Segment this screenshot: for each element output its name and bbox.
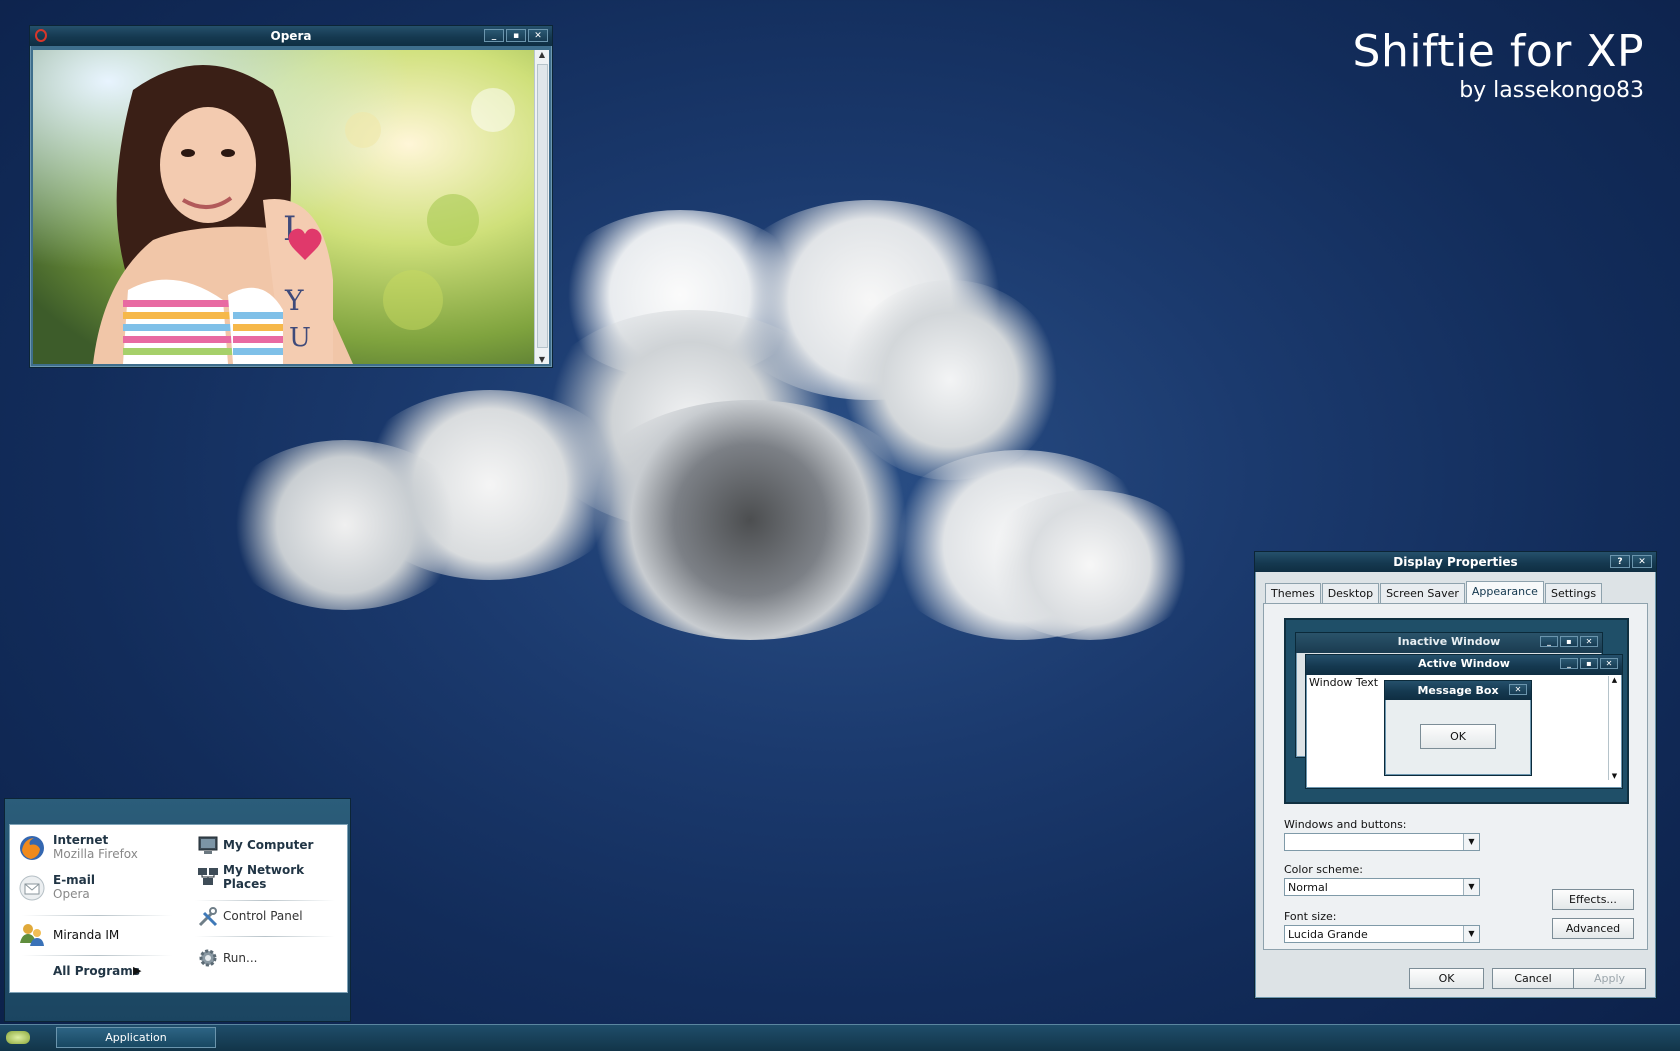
maximize-button[interactable]: ▪ (506, 29, 526, 42)
start-menu: Internet Mozilla Firefox E-mail Opera Mi… (4, 798, 351, 1022)
preview-ok-button: OK (1420, 724, 1496, 749)
start-item-email[interactable]: E-mail Opera (19, 873, 189, 911)
display-properties-window[interactable]: Display Properties ? ✕ Themes Desktop Sc… (1254, 551, 1657, 999)
start-item-title: My Computer (223, 838, 314, 852)
advanced-button[interactable]: Advanced (1552, 918, 1634, 939)
preview-message-box: Message Box ✕ OK (1384, 680, 1532, 776)
preview-scrollbar: ▲ ▼ (1608, 676, 1620, 780)
svg-text:Y: Y (284, 284, 304, 317)
preview-close-icon: ✕ (1580, 636, 1598, 647)
preview-inactive-titlebar: Inactive Window _ ▪ ✕ (1296, 633, 1602, 653)
separator (22, 955, 172, 956)
gear-icon (199, 949, 217, 967)
preview-minimize-icon: _ (1560, 658, 1578, 669)
minimize-button[interactable]: _ (484, 29, 504, 42)
start-item-miranda[interactable]: Miranda IM (19, 921, 189, 949)
color-scheme-value: Normal (1288, 881, 1328, 894)
tools-icon (198, 907, 218, 927)
appearance-preview: Inactive Window _ ▪ ✕ Active Window _ ▪ … (1284, 618, 1629, 804)
theme-author: by lassekongo83 (1459, 78, 1644, 103)
start-item-title: E-mail (53, 873, 96, 887)
preview-message-title: Message Box (1417, 684, 1499, 697)
preview-inactive-title: Inactive Window (1397, 635, 1501, 648)
preview-minimize-icon: _ (1540, 636, 1558, 647)
taskbar: Application (0, 1024, 1680, 1051)
font-size-select[interactable]: Lucida Grande ▼ (1284, 925, 1480, 943)
start-menu-body: Internet Mozilla Firefox E-mail Opera Mi… (9, 824, 348, 993)
preview-close-icon: ✕ (1600, 658, 1618, 669)
email-icon (19, 875, 45, 901)
tab-settings[interactable]: Settings (1544, 583, 1603, 603)
theme-branding: Shiftie for XP by lassekongo83 (1353, 26, 1644, 104)
start-item-title: My Network Places (223, 863, 305, 891)
appearance-panel: Inactive Window _ ▪ ✕ Active Window _ ▪ … (1263, 603, 1648, 950)
separator (195, 900, 335, 901)
font-size-value: Lucida Grande (1288, 928, 1368, 941)
ok-button[interactable]: OK (1409, 968, 1484, 989)
color-scheme-select[interactable]: Normal ▼ (1284, 878, 1480, 896)
chevron-down-icon[interactable]: ▼ (1463, 879, 1479, 895)
all-programs-label: All Programs (53, 964, 140, 978)
start-item-internet[interactable]: Internet Mozilla Firefox (19, 833, 189, 871)
tab-strip: Themes Desktop Screen Saver Appearance S… (1265, 581, 1603, 603)
opera-logo-icon (35, 29, 47, 42)
tab-screen-saver[interactable]: Screen Saver (1380, 583, 1465, 603)
start-item-title: Miranda IM (53, 928, 120, 942)
start-item-subtitle: Mozilla Firefox (53, 847, 138, 861)
preview-close-icon: ✕ (1509, 684, 1527, 695)
users-icon (20, 924, 44, 946)
apply-button[interactable]: Apply (1573, 968, 1646, 989)
chevron-down-icon[interactable]: ▼ (1463, 926, 1479, 942)
separator (195, 936, 335, 937)
preview-active-titlebar: Active Window _ ▪ ✕ (1306, 655, 1622, 675)
arrow-right-icon: ▶ (133, 964, 142, 977)
color-scheme-label: Color scheme: (1284, 863, 1363, 876)
scroll-down-icon[interactable]: ▼ (535, 355, 549, 364)
all-programs-button[interactable]: All Programs ▶ (53, 964, 153, 982)
windows-buttons-select[interactable]: ▼ (1284, 833, 1480, 851)
computer-icon (198, 836, 218, 854)
opera-page-image: I Y U (33, 50, 534, 364)
start-button[interactable] (6, 1031, 30, 1044)
tab-desktop[interactable]: Desktop (1321, 583, 1380, 603)
network-icon (198, 868, 218, 885)
preview-maximize-icon: ▪ (1580, 658, 1598, 669)
close-button[interactable]: ✕ (528, 29, 548, 42)
taskbar-item-application[interactable]: Application (56, 1027, 216, 1048)
preview-message-titlebar: Message Box ✕ (1385, 681, 1531, 700)
opera-title: Opera (270, 29, 312, 43)
tab-appearance[interactable]: Appearance (1465, 581, 1544, 603)
preview-active-title: Active Window (1418, 657, 1510, 670)
separator (22, 915, 172, 916)
scroll-thumb[interactable] (537, 64, 548, 348)
opera-vertical-scrollbar[interactable]: ▲ ▼ (534, 50, 549, 364)
scroll-up-icon[interactable]: ▲ (535, 50, 549, 59)
start-item-title: Internet (53, 833, 109, 847)
font-size-label: Font size: (1284, 910, 1337, 923)
start-item-subtitle: Opera (53, 887, 90, 901)
svg-text:U: U (289, 323, 311, 353)
start-item-title: Run... (223, 951, 258, 965)
close-button[interactable]: ✕ (1632, 555, 1652, 568)
start-item-my-computer[interactable]: My Computer (197, 835, 337, 857)
start-item-run[interactable]: Run... (197, 947, 337, 969)
preview-window-text: Window Text (1309, 676, 1379, 689)
tab-themes[interactable]: Themes (1265, 583, 1321, 603)
start-item-network-places[interactable]: My Network Places (197, 863, 337, 897)
opera-window[interactable]: Opera _ ▪ ✕ I Y U ▲ ▼ (29, 25, 553, 368)
help-button[interactable]: ? (1610, 555, 1630, 568)
start-item-control-panel[interactable]: Control Panel (197, 906, 337, 928)
theme-title: Shiftie for XP (1352, 26, 1644, 77)
windows-buttons-label: Windows and buttons: (1284, 818, 1407, 831)
start-item-title: Control Panel (223, 909, 303, 923)
preview-active-window: Active Window _ ▪ ✕ Window Text ▲ ▼ Messa… (1305, 654, 1623, 789)
display-properties-titlebar[interactable]: Display Properties ? ✕ (1255, 552, 1656, 572)
effects-button[interactable]: Effects... (1552, 889, 1634, 910)
opera-titlebar[interactable]: Opera _ ▪ ✕ (30, 26, 552, 46)
preview-maximize-icon: ▪ (1560, 636, 1578, 647)
display-properties-title: Display Properties (1393, 555, 1518, 569)
cancel-button[interactable]: Cancel (1492, 968, 1574, 989)
chevron-down-icon[interactable]: ▼ (1463, 834, 1479, 850)
firefox-icon (20, 836, 44, 860)
